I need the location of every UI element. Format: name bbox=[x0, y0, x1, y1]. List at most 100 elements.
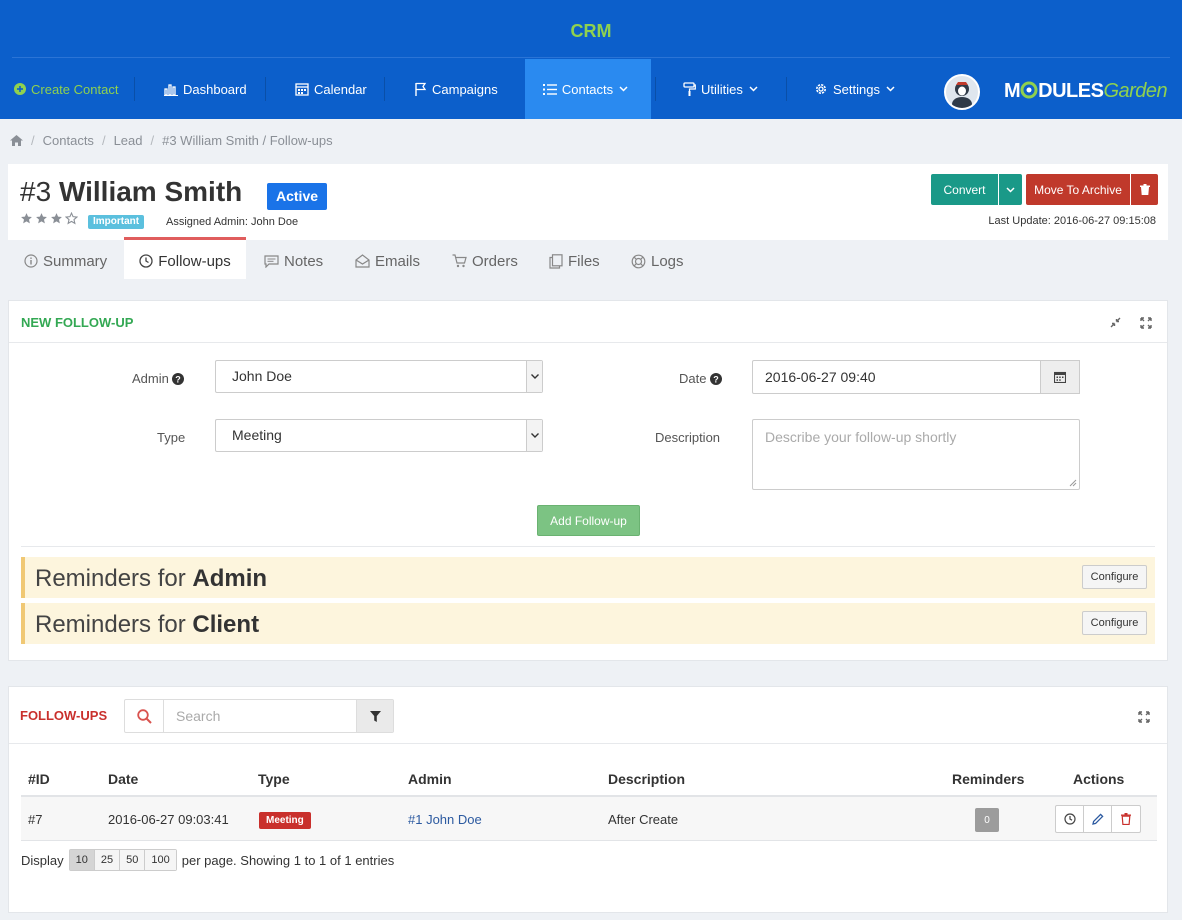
breadcrumb-contacts[interactable]: Contacts bbox=[43, 133, 94, 148]
reschedule-button[interactable] bbox=[1056, 806, 1084, 832]
type-select[interactable]: Meeting bbox=[215, 419, 543, 452]
nav-settings-label: Settings bbox=[833, 81, 880, 97]
edit-button[interactable] bbox=[1084, 806, 1112, 832]
star-empty-icon[interactable] bbox=[65, 212, 78, 225]
page-size-10[interactable]: 10 bbox=[69, 850, 95, 870]
trash-icon bbox=[1139, 184, 1150, 195]
pagination: Display 10 25 50 100 per page. Showing 1… bbox=[21, 849, 394, 871]
tab-files[interactable]: Files bbox=[549, 240, 600, 282]
reminders-count-badge: 0 bbox=[975, 808, 999, 832]
nav-utilities-label: Utilities bbox=[701, 81, 743, 97]
delete-row-button[interactable] bbox=[1112, 806, 1140, 832]
nav-calendar-label: Calendar bbox=[314, 81, 367, 97]
files-icon bbox=[549, 253, 563, 269]
contact-id: #3 bbox=[20, 176, 52, 207]
expand-icon[interactable] bbox=[1138, 711, 1150, 723]
search-icon bbox=[136, 708, 152, 724]
cell-date: 2016-06-27 09:03:41 bbox=[108, 812, 229, 827]
divider bbox=[9, 743, 1167, 744]
tab-emails[interactable]: Emails bbox=[355, 240, 420, 282]
pager-display-label: Display bbox=[21, 852, 64, 868]
status-badge: Active bbox=[267, 183, 328, 210]
nav-separator bbox=[384, 77, 385, 101]
page-size-100[interactable]: 100 bbox=[145, 850, 176, 870]
last-update: Last Update: 2016-06-27 09:15:08 bbox=[988, 215, 1156, 227]
question-circle-icon[interactable]: ? bbox=[710, 373, 723, 385]
delete-button[interactable] bbox=[1131, 174, 1158, 205]
page-size-25[interactable]: 25 bbox=[94, 850, 121, 870]
nav-contacts-label: Contacts bbox=[561, 81, 614, 97]
divider bbox=[21, 546, 1155, 547]
chevron-down-icon bbox=[749, 86, 758, 92]
column-header-type[interactable]: Type bbox=[258, 771, 290, 787]
description-textarea[interactable]: Describe your follow-up shortly bbox=[752, 419, 1080, 490]
paint-roller-icon bbox=[683, 82, 696, 96]
star-filled-icon[interactable] bbox=[20, 212, 33, 225]
nav-dashboard-label: Dashboard bbox=[183, 81, 247, 97]
tab-notes[interactable]: Notes bbox=[264, 240, 323, 282]
question-circle-icon[interactable]: ? bbox=[172, 373, 185, 385]
panel-title: NEW FOLLOW-UP bbox=[21, 315, 134, 330]
home-icon[interactable] bbox=[10, 135, 23, 146]
expand-icon[interactable] bbox=[1140, 317, 1152, 329]
rating-stars[interactable] bbox=[20, 212, 78, 225]
tab-follow-ups[interactable]: Follow-ups bbox=[124, 237, 246, 279]
column-header-id[interactable]: #ID bbox=[28, 771, 50, 787]
add-follow-up-button[interactable]: Add Follow-up bbox=[537, 505, 640, 536]
breadcrumb-lead[interactable]: Lead bbox=[114, 133, 143, 148]
compress-icon[interactable] bbox=[1110, 317, 1121, 328]
nav-settings[interactable]: Settings bbox=[814, 59, 900, 119]
page-size-50[interactable]: 50 bbox=[120, 850, 146, 870]
contact-name: William Smith bbox=[58, 176, 243, 207]
filter-icon bbox=[369, 710, 381, 722]
search-button[interactable] bbox=[125, 700, 164, 732]
nav-separator bbox=[265, 77, 266, 101]
column-header-reminders[interactable]: Reminders bbox=[952, 771, 1024, 787]
star-filled-icon[interactable] bbox=[50, 212, 63, 225]
calendar-icon bbox=[295, 83, 309, 96]
convert-dropdown-button[interactable] bbox=[999, 174, 1022, 205]
move-to-archive-button[interactable]: Move To Archive bbox=[1026, 174, 1130, 205]
nav-utilities[interactable]: Utilities bbox=[683, 59, 763, 119]
date-picker-button[interactable] bbox=[1040, 360, 1080, 394]
admin-select[interactable]: John Doe bbox=[215, 360, 543, 393]
life-ring-icon bbox=[631, 254, 646, 268]
configure-client-reminders-button[interactable]: Configure bbox=[1082, 611, 1147, 635]
type-label: Type bbox=[157, 430, 186, 445]
configure-admin-reminders-button[interactable]: Configure bbox=[1082, 565, 1147, 589]
date-input[interactable]: 2016-06-27 09:40 bbox=[752, 360, 1041, 394]
nav-dashboard[interactable]: Dashboard bbox=[164, 59, 247, 119]
tab-logs[interactable]: Logs bbox=[631, 240, 684, 282]
trash-icon bbox=[1121, 813, 1131, 825]
convert-button[interactable]: Convert bbox=[931, 174, 998, 205]
calendar-icon bbox=[1054, 371, 1066, 383]
plus-circle-icon bbox=[14, 83, 26, 95]
description-label: Description bbox=[655, 430, 721, 445]
nav-contacts[interactable]: Contacts bbox=[525, 59, 651, 119]
tab-summary[interactable]: Summary bbox=[24, 240, 107, 282]
description-placeholder: Describe your follow-up shortly bbox=[765, 429, 957, 445]
resize-grip-icon[interactable] bbox=[1069, 479, 1077, 487]
clock-icon bbox=[139, 254, 153, 268]
type-badge: Meeting bbox=[259, 812, 311, 829]
star-filled-icon[interactable] bbox=[35, 212, 48, 225]
new-follow-up-panel: NEW FOLLOW-UP Admin ? John Doe Type Meet… bbox=[8, 300, 1168, 661]
info-circle-icon bbox=[24, 254, 38, 268]
follow-ups-panel: FOLLOW-UPS #ID Date Type Admin Descripti… bbox=[8, 686, 1168, 913]
flag-icon bbox=[415, 82, 427, 96]
pencil-icon bbox=[1091, 813, 1104, 825]
column-header-admin[interactable]: Admin bbox=[408, 771, 452, 787]
avatar[interactable] bbox=[944, 74, 980, 110]
tab-orders[interactable]: Orders bbox=[452, 240, 518, 282]
cell-admin-link[interactable]: #1 John Doe bbox=[408, 812, 482, 827]
nav-campaigns[interactable]: Campaigns bbox=[414, 59, 498, 119]
column-header-description[interactable]: Description bbox=[608, 771, 685, 787]
header-divider bbox=[12, 57, 1170, 58]
nav-campaigns-label: Campaigns bbox=[432, 81, 498, 97]
column-header-date[interactable]: Date bbox=[108, 771, 138, 787]
filter-button[interactable] bbox=[356, 700, 393, 732]
search-input[interactable] bbox=[165, 700, 357, 732]
nav-separator bbox=[134, 77, 135, 101]
nav-create-contact[interactable]: Create Contact bbox=[14, 59, 118, 119]
nav-calendar[interactable]: Calendar bbox=[295, 59, 367, 119]
